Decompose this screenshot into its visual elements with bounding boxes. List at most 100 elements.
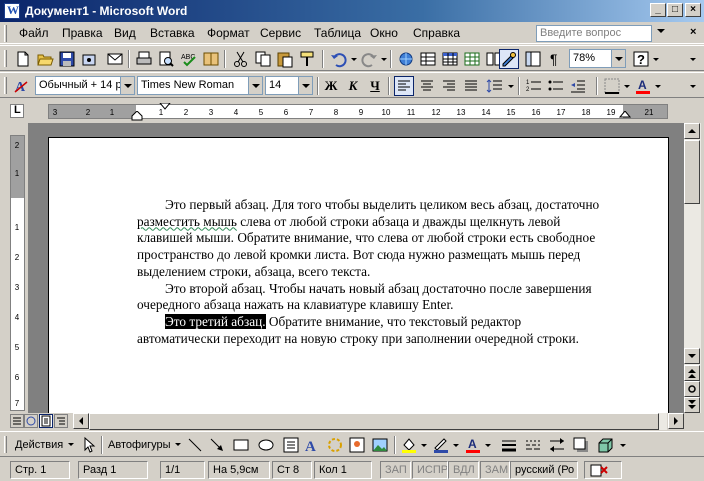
line-color-dropdown-icon[interactable] xyxy=(453,444,459,447)
cut-icon[interactable] xyxy=(232,50,250,68)
status-overtype[interactable]: ЗАМ xyxy=(480,461,510,479)
actions-dropdown-icon[interactable] xyxy=(68,443,74,446)
close-button[interactable]: × xyxy=(685,3,701,17)
paste-icon[interactable] xyxy=(276,50,294,68)
align-left-icon[interactable] xyxy=(394,76,414,96)
drawing-toolbar-options-icon[interactable] xyxy=(620,444,626,447)
status-spelling-check[interactable] xyxy=(584,461,622,479)
toolbar-grip[interactable] xyxy=(4,77,7,94)
paragraph-1[interactable]: Это первый абзац. Для того чтобы выделит… xyxy=(137,197,607,281)
menu-insert[interactable]: Вставка xyxy=(150,26,195,40)
print-icon[interactable] xyxy=(135,50,153,68)
chevron-down-icon[interactable] xyxy=(611,50,625,67)
align-right-icon[interactable] xyxy=(440,77,458,95)
undo-icon[interactable] xyxy=(330,50,348,68)
style-combo[interactable]: Обычный + 14 р xyxy=(35,76,135,95)
chevron-down-icon[interactable] xyxy=(120,77,134,94)
hyperlink-icon[interactable] xyxy=(397,50,415,68)
scroll-left-button[interactable] xyxy=(73,413,89,429)
menu-grip[interactable] xyxy=(4,25,7,42)
shadow-style-icon[interactable] xyxy=(572,436,590,454)
rectangle-tool-icon[interactable] xyxy=(232,436,250,454)
permission-icon[interactable] xyxy=(80,50,98,68)
open-folder-icon[interactable] xyxy=(36,50,54,68)
horizontal-ruler[interactable]: 321 123 456 789 10 11 12 13 14 15 16 17 18 19 2… xyxy=(48,103,668,121)
underline-button[interactable]: Ч xyxy=(365,77,385,95)
minimize-button[interactable]: _ xyxy=(650,3,666,17)
insert-table-icon[interactable] xyxy=(441,50,459,68)
borders-dropdown-icon[interactable] xyxy=(624,85,630,88)
line-spacing-icon[interactable] xyxy=(486,77,504,95)
align-center-icon[interactable] xyxy=(418,77,436,95)
first-line-indent-marker[interactable] xyxy=(159,103,171,111)
draw-font-color-dropdown-icon[interactable] xyxy=(485,444,491,447)
print-preview-icon[interactable] xyxy=(157,50,175,68)
horizontal-scroll-thumb[interactable] xyxy=(89,413,659,430)
insert-excel-icon[interactable] xyxy=(463,50,481,68)
draw-font-color-icon[interactable]: A xyxy=(464,436,482,454)
status-column[interactable]: Кол 1 xyxy=(314,461,372,479)
maximize-button[interactable]: □ xyxy=(667,3,683,17)
menu-edit[interactable]: Правка xyxy=(62,26,103,40)
toolbar-grip[interactable] xyxy=(4,50,7,67)
show-hide-marks-icon[interactable]: ¶ xyxy=(546,50,564,68)
research-icon[interactable] xyxy=(202,50,220,68)
borders-icon[interactable] xyxy=(603,77,621,95)
chevron-down-icon[interactable] xyxy=(248,77,262,94)
draw-actions-menu[interactable]: Действия xyxy=(15,439,63,451)
fill-color-icon[interactable] xyxy=(400,436,418,454)
menu-table[interactable]: Таблица xyxy=(314,26,361,40)
status-line[interactable]: Ст 8 xyxy=(272,461,312,479)
arrow-style-icon[interactable] xyxy=(548,436,566,454)
autoshapes-dropdown-icon[interactable] xyxy=(175,443,181,446)
print-layout-button[interactable] xyxy=(39,414,53,428)
drawing-toggle-icon[interactable] xyxy=(499,49,519,69)
status-page-count[interactable]: 1/1 xyxy=(160,461,205,479)
arrow-tool-icon[interactable] xyxy=(208,436,226,454)
save-icon[interactable] xyxy=(58,50,76,68)
selected-text[interactable]: Это третий абзац. xyxy=(165,313,266,329)
status-extend[interactable]: ВДЛ xyxy=(448,461,479,479)
vertical-ruler[interactable]: 2 1 1 2 3 4 5 6 7 xyxy=(10,135,25,411)
diagram-icon[interactable] xyxy=(326,436,344,454)
email-icon[interactable] xyxy=(106,50,124,68)
menu-file[interactable]: Файл xyxy=(19,26,49,40)
paragraph-2[interactable]: Это второй абзац. Чтобы начать новый абз… xyxy=(137,281,607,314)
status-page[interactable]: Стр. 1 xyxy=(10,461,70,479)
line-style-icon[interactable] xyxy=(500,436,518,454)
chevron-down-icon[interactable] xyxy=(298,77,312,94)
menu-help[interactable]: Справка xyxy=(413,26,460,40)
dash-style-icon[interactable] xyxy=(524,436,542,454)
line-tool-icon[interactable] xyxy=(186,436,204,454)
normal-view-button[interactable] xyxy=(10,414,24,428)
select-objects-icon[interactable] xyxy=(80,436,98,454)
status-record-macro[interactable]: ЗАП xyxy=(380,461,411,479)
previous-page-button[interactable] xyxy=(684,365,700,381)
decrease-indent-icon[interactable] xyxy=(569,77,587,95)
justify-icon[interactable] xyxy=(462,77,480,95)
left-indent-marker[interactable] xyxy=(131,111,143,121)
tab-selector[interactable] xyxy=(10,104,24,118)
scroll-right-button[interactable] xyxy=(668,413,684,429)
redo-icon[interactable] xyxy=(360,50,378,68)
document-close-icon[interactable]: × xyxy=(690,26,696,38)
scroll-down-button[interactable] xyxy=(684,348,700,364)
vertical-scrollbar[interactable] xyxy=(684,123,701,413)
toolbar-options-icon[interactable] xyxy=(690,85,696,88)
status-position[interactable]: На 5,9см xyxy=(208,461,270,479)
scroll-thumb[interactable] xyxy=(684,140,700,204)
copy-icon[interactable] xyxy=(254,50,272,68)
zoom-combo[interactable]: 78% xyxy=(569,49,626,68)
document-map-icon[interactable] xyxy=(524,50,542,68)
paragraph-3[interactable]: Это третий абзац. Обратите внимание, что… xyxy=(137,313,607,347)
select-browse-object-button[interactable] xyxy=(684,381,700,397)
status-section[interactable]: Разд 1 xyxy=(78,461,148,479)
autoshapes-menu[interactable]: Автофигуры xyxy=(108,439,171,451)
bold-button[interactable]: Ж xyxy=(321,77,341,95)
line-color-icon[interactable] xyxy=(432,436,450,454)
clip-art-icon[interactable] xyxy=(348,436,366,454)
redo-dropdown-icon[interactable] xyxy=(381,58,387,61)
spelling-icon[interactable]: ABC xyxy=(180,50,198,68)
document-text[interactable]: Это первый абзац. Для того чтобы выделит… xyxy=(137,197,607,347)
ask-dropdown-icon[interactable] xyxy=(657,29,665,33)
